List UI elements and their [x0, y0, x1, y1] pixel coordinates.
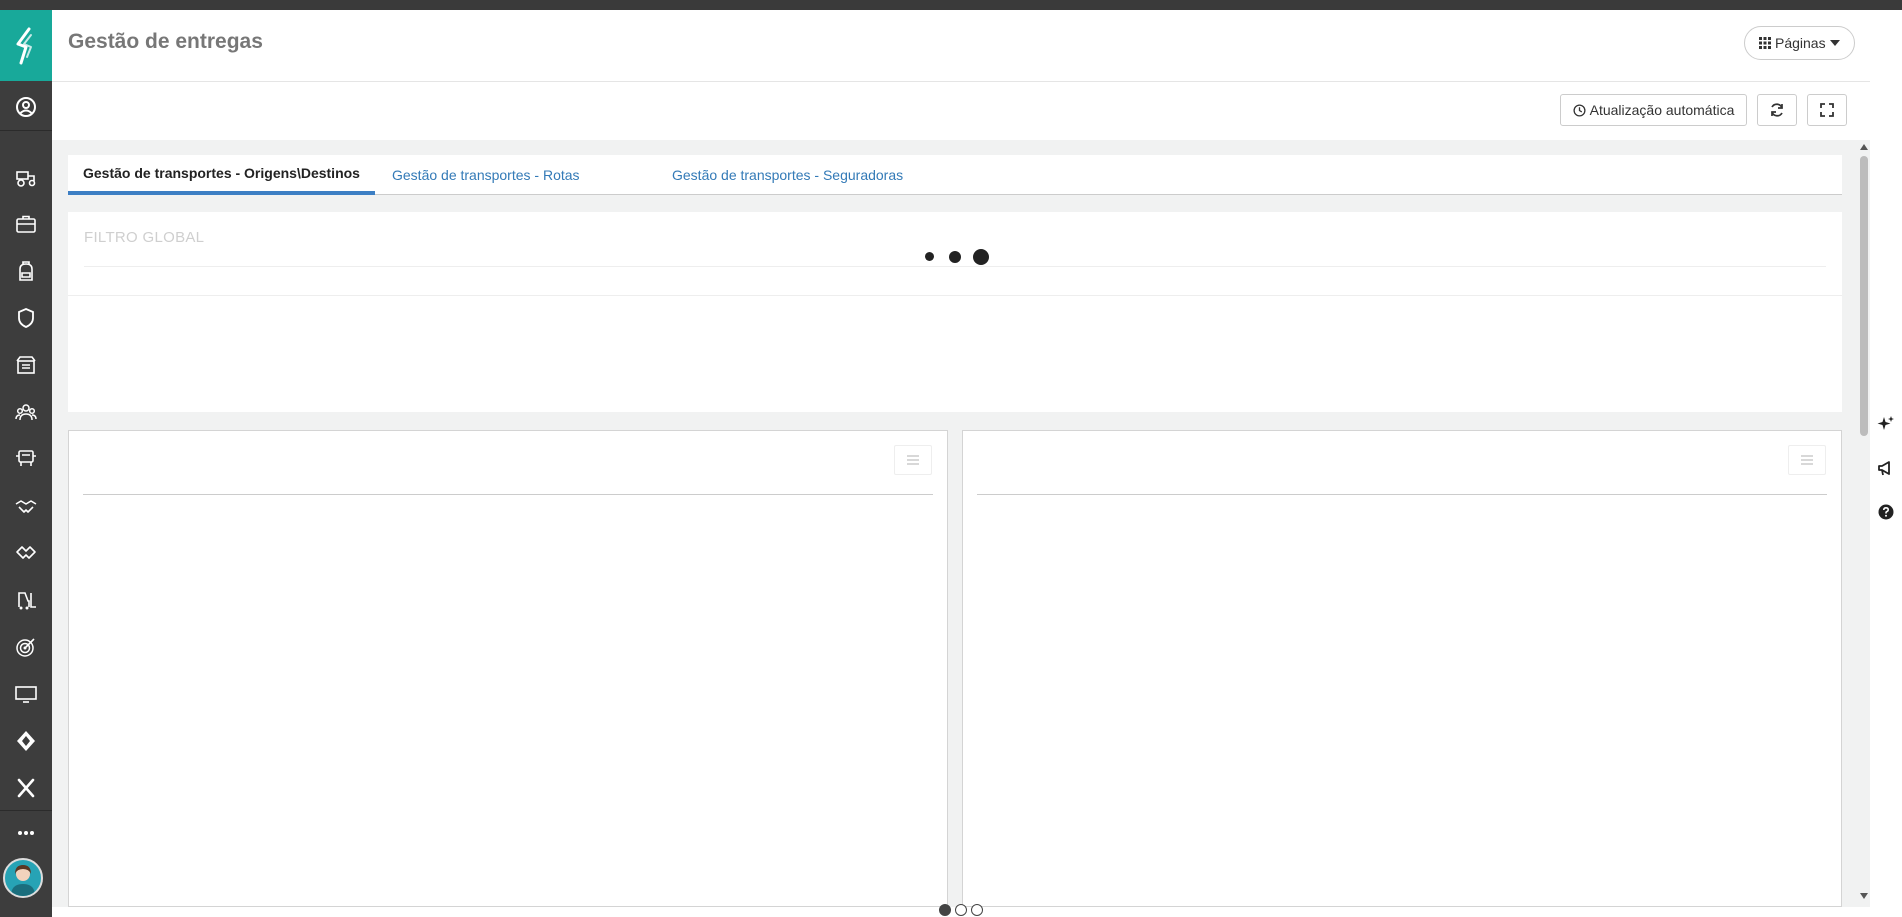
cube-icon	[17, 731, 35, 751]
fullscreen-button[interactable]	[1807, 94, 1847, 126]
sidebar-item-logistics[interactable]	[0, 580, 52, 620]
main-area: Gestão de entregas Páginas Atualização a…	[52, 10, 1870, 917]
avatar-image	[11, 865, 35, 896]
header-divider	[52, 81, 1870, 82]
widget-menu-button[interactable]	[1788, 445, 1826, 475]
global-filter-divider	[84, 266, 1826, 267]
dashboard-content: Gestão de transportes - Origens\Destinos…	[52, 140, 1870, 907]
hamburger-icon	[907, 455, 919, 465]
sidebar-item-business[interactable]	[0, 204, 52, 244]
hamburger-icon	[1801, 455, 1813, 465]
sidebar-item-agro[interactable]	[0, 157, 52, 197]
help-button[interactable]	[1875, 501, 1897, 523]
loading-dot	[973, 249, 989, 265]
sidebar	[0, 10, 52, 917]
ai-assistant-button[interactable]	[1875, 413, 1897, 435]
vertical-scrollbar[interactable]	[1858, 140, 1870, 907]
widget-divider	[977, 494, 1827, 495]
briefcase-icon	[16, 215, 36, 233]
deal-icon	[16, 546, 36, 559]
page-dot[interactable]	[971, 904, 983, 916]
right-rail	[1870, 10, 1902, 917]
caret-down-icon	[1829, 40, 1840, 46]
top-strip	[0, 0, 1902, 10]
tab-seguradoras[interactable]: Gestão de transportes - Seguradoras	[657, 155, 918, 195]
user-circle-icon	[16, 97, 36, 117]
page-dot[interactable]	[955, 904, 967, 916]
refresh-icon	[1771, 103, 1783, 117]
global-filter-header: FILTRO GLOBAL	[68, 212, 1842, 296]
grid-icon	[1759, 37, 1771, 49]
truck-icon	[16, 450, 36, 466]
pages-dropdown-button[interactable]: Páginas	[1744, 26, 1855, 60]
monitor-icon	[15, 686, 37, 703]
tab-bar: Gestão de transportes - Origens\Destinos…	[68, 155, 1842, 195]
close-x-icon	[17, 778, 35, 798]
help-icon	[1878, 504, 1894, 520]
sparkle-icon	[1877, 416, 1894, 430]
sidebar-item-partners[interactable]	[0, 486, 52, 526]
page-indicator	[52, 904, 1870, 917]
global-filter-title: FILTRO GLOBAL	[84, 229, 205, 246]
archive-box-icon	[16, 356, 36, 374]
sidebar-item-goals[interactable]	[0, 627, 52, 667]
shield-icon	[18, 308, 34, 328]
refresh-button[interactable]	[1757, 94, 1797, 126]
page-dot[interactable]	[939, 904, 951, 916]
sidebar-item-modules[interactable]	[0, 721, 52, 761]
loading-dot	[925, 252, 934, 261]
tab-origens-destinos[interactable]: Gestão de transportes - Origens\Destinos	[68, 155, 375, 195]
scrollbar-thumb[interactable]	[1860, 156, 1868, 436]
chart-widget-left	[68, 430, 948, 907]
announcements-button[interactable]	[1875, 457, 1897, 479]
sidebar-item-transport[interactable]	[0, 439, 52, 479]
auto-update-label: Atualização automática	[1589, 102, 1735, 118]
more-icon	[18, 831, 34, 835]
sidebar-item-archive[interactable]	[0, 345, 52, 385]
megaphone-icon	[1878, 461, 1890, 476]
expand-icon	[1820, 103, 1834, 117]
scroll-down-arrow[interactable]	[1860, 893, 1868, 899]
auto-update-button[interactable]: Atualização automática	[1560, 94, 1747, 126]
tractor-icon	[16, 171, 36, 187]
widget-divider	[83, 494, 933, 495]
backpack-icon	[19, 261, 33, 281]
sidebar-item-profile[interactable]	[0, 87, 52, 127]
sidebar-item-monitor[interactable]	[0, 674, 52, 714]
brand-logo-icon	[16, 27, 32, 64]
sidebar-item-deals[interactable]	[0, 533, 52, 573]
chart-widget-right	[962, 430, 1842, 907]
sidebar-item-security[interactable]	[0, 298, 52, 338]
global-filter-panel: FILTRO GLOBAL	[68, 212, 1842, 412]
widget-menu-button[interactable]	[894, 445, 932, 475]
sidebar-item-school[interactable]	[0, 251, 52, 291]
tab-rotas[interactable]: Gestão de transportes - Rotas	[377, 155, 595, 195]
target-icon	[16, 638, 35, 657]
scroll-up-arrow[interactable]	[1860, 144, 1868, 150]
brand-logo[interactable]	[0, 10, 52, 81]
team-icon	[15, 404, 37, 421]
sidebar-item-team[interactable]	[0, 392, 52, 432]
avatar[interactable]	[3, 858, 43, 898]
sidebar-item-more[interactable]	[0, 813, 52, 853]
page-title: Gestão de entregas	[68, 30, 263, 53]
sidebar-divider	[0, 130, 52, 131]
handshake-icon	[15, 500, 37, 513]
sidebar-item-close[interactable]	[0, 768, 52, 808]
pages-button-label: Páginas	[1775, 35, 1826, 51]
sidebar-divider	[0, 810, 52, 811]
loading-dot	[949, 251, 961, 263]
clock-icon	[1573, 103, 1586, 117]
forklift-icon	[18, 592, 36, 610]
